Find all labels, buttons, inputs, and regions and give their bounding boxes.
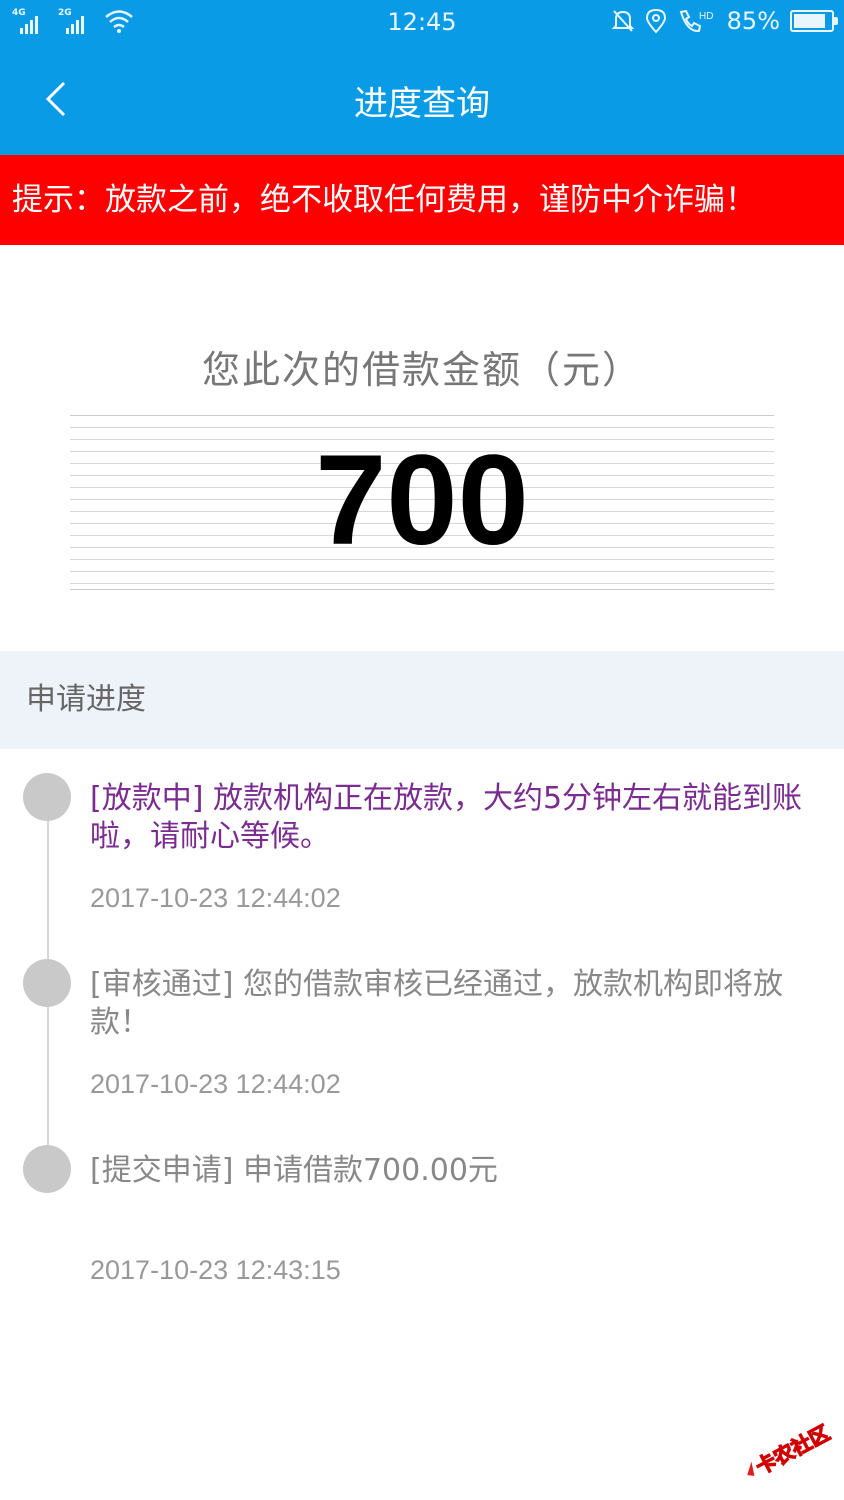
status-right: HD 85%: [611, 7, 838, 35]
silent-bell-icon: [611, 10, 635, 32]
timeline-item-text: [审核通过] 您的借款审核已经通过，放款机构即将放款！: [90, 967, 783, 1040]
timeline-dot: [23, 959, 71, 1007]
nav-bar: 进度查询: [0, 46, 844, 155]
battery-percent: 85%: [726, 7, 780, 35]
watermark-logo: 卡农社区: [747, 1420, 834, 1480]
timeline-item-text: [提交申请] 申请借款700.00元: [90, 1153, 498, 1188]
hd-label: HD: [699, 11, 713, 22]
svg-text:卡农社区: 卡农社区: [752, 1420, 834, 1479]
amount-label: 您此次的借款金额（元）: [201, 348, 642, 392]
amount-section: 您此次的借款金额（元） 700: [0, 245, 844, 651]
battery-icon: [790, 10, 838, 32]
hd-call-icon: HD: [679, 9, 713, 33]
warning-banner: 提示：放款之前，绝不收取任何费用，谨防中介诈骗！: [0, 155, 844, 245]
timeline-dot: [23, 773, 71, 821]
amount-box: 700: [70, 415, 774, 590]
timeline-item-time: 2017-10-23 12:44:02: [90, 1069, 341, 1099]
battery-fill: [794, 14, 825, 28]
page-title: 进度查询: [354, 84, 490, 124]
timeline-dot: [23, 1145, 71, 1193]
progress-header: 申请进度: [0, 651, 844, 749]
timeline-item-text: [放款中] 放款机构正在放款，大约5分钟左右就能到账啦，请耐心等候。: [90, 781, 803, 854]
status-bar: 4G 2G 12:45 HD 85%: [0, 0, 844, 46]
timeline-item-time: 2017-10-23 12:44:02: [90, 883, 341, 913]
amount-value: 700: [315, 429, 529, 572]
progress-timeline: [放款中] 放款机构正在放款，大约5分钟左右就能到账啦，请耐心等候。 2017-…: [0, 749, 844, 1500]
location-icon: [645, 8, 666, 34]
timeline-item-time: 2017-10-23 12:43:15: [90, 1255, 341, 1285]
